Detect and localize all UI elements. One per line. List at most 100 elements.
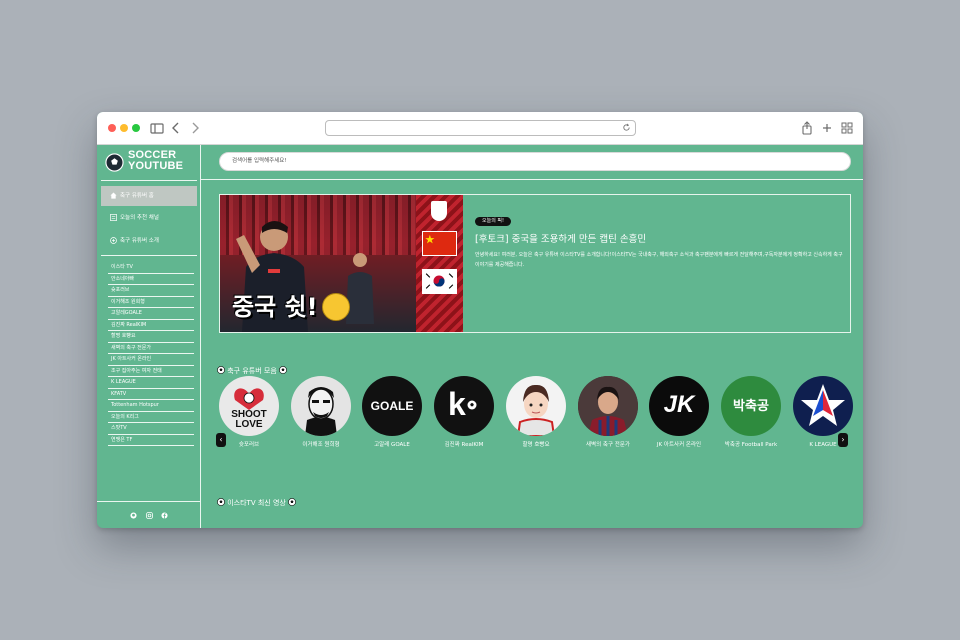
nav-item-recommended[interactable]: 오늘의 추천 채널 <box>101 208 197 228</box>
soccer-ball-icon <box>467 400 477 410</box>
section-title-text: 이스타TV 최신 영상 <box>227 499 286 507</box>
channel-name: 할명 호빵요 <box>522 442 550 448</box>
close-window-button[interactable] <box>108 124 116 132</box>
github-icon[interactable] <box>130 512 137 519</box>
featured-title[interactable]: [후토크] 중국을 조용하게 만든 캡틴 손흥민 <box>475 231 845 245</box>
divider <box>201 179 863 180</box>
soccer-ball-icon <box>105 153 124 172</box>
logo-line-2: YOUTUBE <box>128 160 184 172</box>
channel-avatar: GOALE <box>362 376 422 436</box>
channel-avatar <box>793 376 853 436</box>
back-arrow-icon[interactable] <box>168 120 184 136</box>
channel-carousel: SHOOT LOVE 슛포러브 이거해조 원희형 GOALE 고알레 GOALE… <box>219 376 853 466</box>
channel-name: 슛포러브 <box>238 442 260 448</box>
thumbnail-side-panel <box>416 195 463 332</box>
channel-avatar <box>291 376 351 436</box>
pick-badge: 오늘의 픽! <box>475 217 511 226</box>
channel-card[interactable]: 새벽의 축구 전문가 <box>578 376 638 450</box>
channel-link[interactable]: 안소네아빠 <box>108 274 194 285</box>
new-tab-icon[interactable] <box>819 120 835 136</box>
section-title-text: 축구 유튜버 모음 <box>227 367 277 375</box>
carousel-next-button[interactable]: › <box>838 433 848 447</box>
channel-link[interactable]: 스팟TV <box>108 423 194 435</box>
carousel-prev-button[interactable]: ‹ <box>216 433 226 447</box>
channel-name: 이거해조 원희형 <box>302 442 340 448</box>
channel-link[interactable]: 연맹은 TF <box>108 435 194 446</box>
forward-arrow-icon[interactable] <box>187 120 203 136</box>
divider <box>101 255 197 256</box>
maximize-window-button[interactable] <box>132 124 140 132</box>
channel-link[interactable]: 이스타 TV <box>108 262 194 274</box>
tab-overview-icon[interactable] <box>839 120 855 136</box>
featured-card[interactable]: 중국 쉿! 오늘의 픽! [후토크] 중국을 조용하게 만든 캡틴 손흥민 안녕… <box>219 194 851 333</box>
channels-section-title: 축구 유튜버 모음 <box>217 366 287 376</box>
facebook-icon[interactable] <box>161 512 168 519</box>
channel-avatar-text: SHOOT LOVE <box>231 409 267 430</box>
channel-link[interactable]: 새벽의 축구 전문가 <box>108 343 194 354</box>
channel-link[interactable]: JK 아트사커 온라인 <box>108 354 194 366</box>
channel-link[interactable]: Tottenham Hotspur <box>108 400 194 412</box>
featured-text: 오늘의 픽! [후토크] 중국을 조용하게 만든 캡틴 손흥민 안녕하세요! 여… <box>475 207 845 270</box>
channel-link[interactable]: K LEAGUE <box>108 377 194 389</box>
channel-avatar-text: k <box>448 386 466 422</box>
channel-link[interactable]: 고알레GOALE <box>108 308 194 320</box>
channel-card[interactable]: GOALE 고알레 GOALE <box>362 376 422 450</box>
channel-link[interactable]: 이거해조 원희형 <box>108 297 194 308</box>
logo-text: SOCCER YOUTUBE <box>128 150 183 172</box>
soccer-ball-icon <box>217 366 225 374</box>
browser-window: SOCCER YOUTUBE 축구 유튜버 홈 오늘의 추천 채널 축구 유튜버… <box>97 112 863 528</box>
divider <box>101 180 197 181</box>
channel-name: 새벽의 축구 전문가 <box>586 442 630 448</box>
divider <box>97 501 201 502</box>
channel-avatar-text: GOALE <box>370 399 414 413</box>
kfa-crest-icon <box>431 201 447 221</box>
channel-name: JK 아트사커 온라인 <box>656 442 702 448</box>
list-icon <box>110 214 117 221</box>
soccer-ball-icon <box>279 366 287 374</box>
china-flag-icon <box>422 231 457 256</box>
soccer-ball-icon <box>288 498 296 506</box>
channel-link[interactable]: 오늘의 K리그 <box>108 412 194 423</box>
search-placeholder: 검색어를 입력해주세요! <box>232 158 287 164</box>
channel-avatar <box>506 376 566 436</box>
channel-card[interactable]: 이거해조 원희형 <box>291 376 351 450</box>
channel-card[interactable]: SHOOT LOVE 슛포러브 <box>219 376 279 450</box>
channel-avatar: 박축공 <box>721 376 781 436</box>
channel-avatar: SHOOT LOVE <box>219 376 279 436</box>
channel-card[interactable]: 박축공 박축공 Football Park <box>721 376 781 450</box>
channel-link[interactable]: 조구 집아주는 여자 전태 <box>108 366 194 377</box>
search-input[interactable]: 검색어를 입력해주세요! <box>219 152 851 171</box>
channel-link[interactable]: 슛포러브 <box>108 285 194 297</box>
minimize-window-button[interactable] <box>120 124 128 132</box>
channel-link[interactable]: 김진짜 RealKIM <box>108 320 194 331</box>
nav-item-about[interactable]: 축구 유튜버 소개 <box>101 231 197 251</box>
sidebar: SOCCER YOUTUBE 축구 유튜버 홈 오늘의 추천 채널 축구 유튜버… <box>97 145 201 528</box>
sidebar-toggle-icon[interactable] <box>149 120 165 136</box>
nav-item-home[interactable]: 축구 유튜버 홈 <box>101 186 197 206</box>
share-icon[interactable] <box>799 120 815 136</box>
instagram-icon[interactable] <box>146 512 153 519</box>
latest-section-title: 이스타TV 최신 영상 <box>217 498 296 508</box>
channel-card[interactable]: k 김진짜 RealKIM <box>434 376 494 450</box>
address-bar[interactable] <box>325 120 636 136</box>
channel-link[interactable]: KFATV <box>108 389 194 400</box>
site-logo[interactable]: SOCCER YOUTUBE <box>105 150 197 176</box>
channel-list: 이스타 TV 안소네아빠 슛포러브 이거해조 원희형 고알레GOALE 김진짜 … <box>108 262 194 446</box>
featured-description: 안녕하세요! 여러분, 오늘은 축구 유튜버 이스타TV를 소개합니다!이스타T… <box>475 252 843 268</box>
thumbnail-image: 중국 쉿! <box>220 195 416 332</box>
featured-thumbnail[interactable]: 중국 쉿! <box>220 195 463 332</box>
channel-card[interactable]: 할명 호빵요 <box>506 376 566 450</box>
channel-avatar: JK <box>649 376 709 436</box>
channel-avatar: k <box>434 376 494 436</box>
browser-toolbar <box>97 112 863 145</box>
nav-label: 축구 유튜버 소개 <box>120 238 159 244</box>
channel-avatar-text: 박축공 <box>733 399 769 414</box>
k-league-logo-icon <box>801 384 845 426</box>
channel-card[interactable]: JK JK 아트사커 온라인 <box>649 376 709 450</box>
reload-icon[interactable] <box>622 123 631 132</box>
channel-avatar-text: JK <box>663 391 695 418</box>
thumbnail-caption: 중국 쉿! <box>232 293 318 321</box>
nav-label: 오늘의 추천 채널 <box>120 215 159 221</box>
channel-link[interactable]: 할명 호빵요 <box>108 331 194 343</box>
main-content: 검색어를 입력해주세요! 중국 쉿! 오늘의 픽! [후토크] 중국을 조용하게… <box>201 145 863 528</box>
